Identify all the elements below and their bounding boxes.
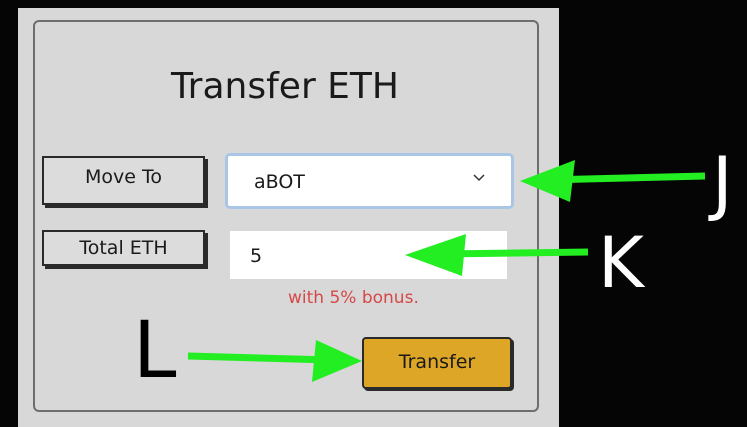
move-to-select-value: aBOT [254, 171, 305, 193]
annotation-marker-j: J [712, 142, 733, 224]
total-eth-input-value: 5 [250, 245, 263, 267]
annotation-marker-k: K [598, 222, 644, 304]
move-to-select[interactable]: aBOT [225, 153, 514, 209]
dialog-title: Transfer ETH [170, 66, 399, 107]
transfer-button[interactable]: Transfer [362, 337, 512, 389]
annotation-marker-l: L [133, 306, 177, 396]
screenshot-stage: Transfer ETH Move To aBOT Total ETH 5 wi… [0, 0, 747, 427]
bonus-note: with 5% bonus. [288, 288, 419, 308]
total-eth-label: Total ETH [42, 230, 205, 266]
move-to-label: Move To [42, 156, 205, 205]
total-eth-input[interactable]: 5 [230, 231, 507, 279]
chevron-down-icon [473, 174, 485, 182]
